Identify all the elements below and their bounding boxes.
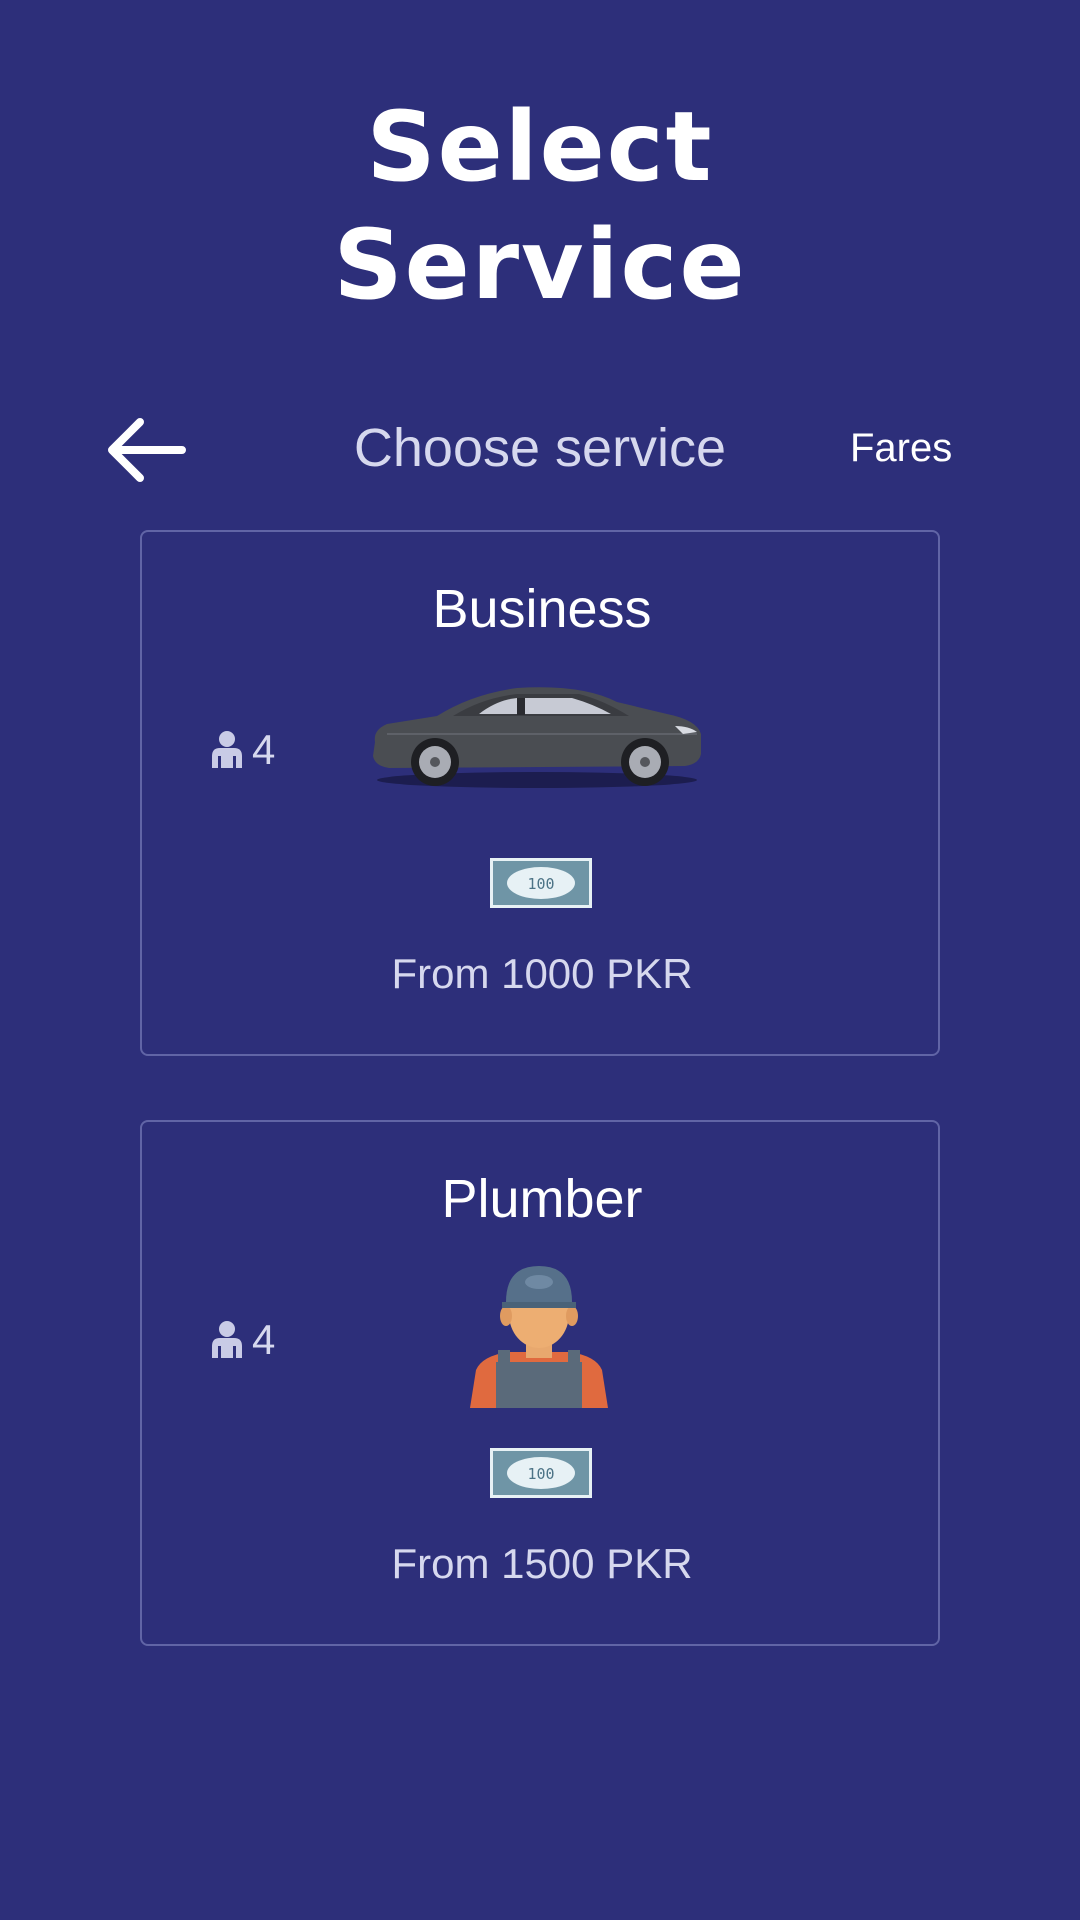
- page-title-line-1: Select: [366, 91, 714, 203]
- banknote-icon: 100: [490, 1448, 592, 1498]
- capacity-indicator: 4: [210, 720, 275, 780]
- person-icon: [212, 1321, 242, 1358]
- capacity-value: 4: [252, 1316, 276, 1363]
- arrow-left-icon: [108, 418, 186, 482]
- capacity-indicator: 4: [210, 1310, 275, 1370]
- banknote-text: 100: [527, 875, 554, 893]
- service-title: Plumber: [441, 1169, 643, 1229]
- price-label: From 1000 PKR: [391, 950, 693, 997]
- capacity-value: 4: [252, 726, 276, 773]
- back-button[interactable]: [100, 410, 190, 490]
- fares-link[interactable]: Fares: [850, 422, 990, 474]
- service-title: Business: [432, 579, 652, 639]
- person-icon: [212, 731, 242, 768]
- car-image: [367, 672, 707, 792]
- banknote-icon: 100: [490, 858, 592, 908]
- banknote-text: 100: [527, 1465, 554, 1483]
- page-title-line-2: Service: [333, 209, 747, 321]
- page-title: Select Service: [0, 88, 1080, 324]
- service-card-business[interactable]: Business 4 100 From 1000 PKR: [140, 530, 940, 1056]
- price-label: From 1500 PKR: [391, 1540, 693, 1587]
- service-card-plumber[interactable]: Plumber 4 100 From 1500 PKR: [140, 1120, 940, 1646]
- header-title: Choose service: [353, 418, 727, 478]
- plumber-image: [466, 1258, 612, 1408]
